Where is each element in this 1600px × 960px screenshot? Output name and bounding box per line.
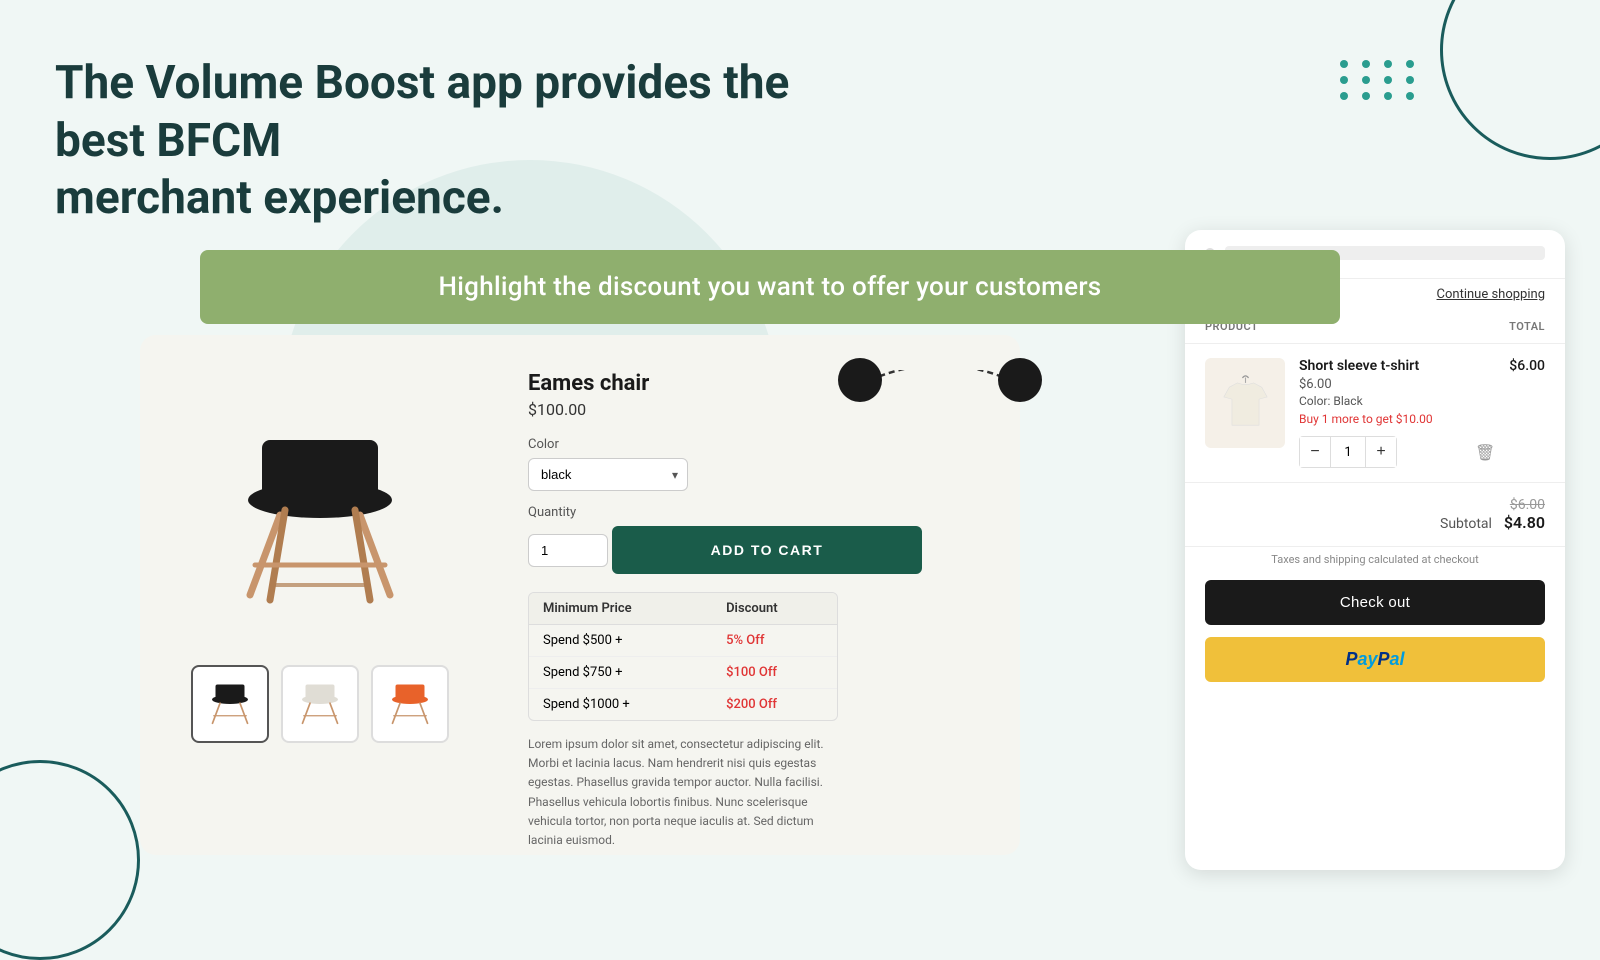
cart-qty-increase[interactable]: + (1366, 437, 1396, 467)
cart-qty-display: 1 (1330, 437, 1366, 467)
paypal-button[interactable]: PayPal (1205, 637, 1545, 682)
cart-col-total: TOTAL (1509, 320, 1545, 333)
thumbnail-row (191, 665, 449, 743)
headline-line1: The Volume Boost app provides the best B… (55, 56, 789, 168)
thumbnail-black[interactable] (191, 665, 269, 743)
headline: The Volume Boost app provides the best B… (55, 55, 815, 228)
quantity-label: Quantity (528, 505, 992, 520)
discount-row-value: $200 Off (712, 689, 837, 721)
cart-qty-controls: − 1 + (1299, 436, 1397, 468)
discount-row-min: Spend $750 + (529, 657, 712, 689)
subtotal-original: $6.00 (1205, 497, 1545, 513)
bg-circle-bottom-left (0, 760, 140, 960)
taxes-note: Taxes and shipping calculated at checkou… (1185, 547, 1565, 572)
cart-item: Short sleeve t-shirt $6.00 Color: Black … (1185, 344, 1565, 483)
discount-row-min: Spend $1000 + (529, 689, 712, 721)
lorem-text: Lorem ipsum dolor sit amet, consectetur … (528, 735, 838, 850)
connector-circle-left (838, 358, 882, 402)
cart-item-name: Short sleeve t-shirt (1299, 358, 1495, 374)
subtotal-label: Subtotal (1440, 516, 1492, 532)
cart-qty-decrease[interactable]: − (1300, 437, 1330, 467)
cart-item-upsell: Buy 1 more to get $10.00 (1299, 412, 1495, 426)
color-label: Color (528, 437, 992, 452)
discount-col-min: Minimum Price (529, 593, 712, 625)
checkout-button[interactable]: Check out (1205, 580, 1545, 625)
thumbnail-orange[interactable] (371, 665, 449, 743)
subtotal-value: $4.80 (1504, 513, 1545, 532)
dot-grid (1340, 60, 1420, 100)
cart-item-controls: − 1 + 🗑 (1299, 436, 1495, 468)
product-price: $100.00 (528, 400, 992, 419)
bg-circle-top-right (1440, 0, 1600, 160)
cart-item-total: $6.00 (1509, 358, 1545, 468)
discount-table: Minimum Price Discount Spend $500 +5% Of… (528, 592, 838, 721)
cart-item-price: $6.00 (1299, 377, 1495, 392)
product-details: Eames chair $100.00 Color black white or… (500, 335, 1020, 855)
cart-item-color: Color: Black (1299, 394, 1495, 408)
discount-row-value: $100 Off (712, 657, 837, 689)
cart-item-details: Short sleeve t-shirt $6.00 Color: Black … (1299, 358, 1495, 468)
banner-text: Highlight the discount you want to offer… (240, 272, 1300, 302)
cart-subtotal: $6.00 Subtotal $4.80 (1185, 483, 1565, 547)
paypal-icon: PayPal (1345, 649, 1404, 670)
checkout-panel: Continue shopping PRODUCT TOTAL Short sl… (1185, 230, 1565, 870)
discount-row-min: Spend $500 + (529, 625, 712, 657)
thumbnail-white[interactable] (281, 665, 359, 743)
quantity-input[interactable] (528, 534, 608, 567)
product-image-section (140, 335, 500, 855)
green-banner: Highlight the discount you want to offer… (200, 250, 1340, 324)
cart-item-image (1205, 358, 1285, 448)
headline-line2: merchant experience. (55, 171, 504, 225)
color-select[interactable]: black white orange (528, 458, 688, 491)
color-select-wrapper[interactable]: black white orange (528, 458, 688, 491)
cart-item-delete[interactable]: 🗑 (1475, 443, 1495, 462)
discount-row-value: 5% Off (712, 625, 837, 657)
discount-col-disc: Discount (712, 593, 837, 625)
connector-circle-right (998, 358, 1042, 402)
product-card: Eames chair $100.00 Color black white or… (140, 335, 1020, 855)
add-to-cart-button[interactable]: ADD TO CART (612, 526, 922, 574)
main-product-image (210, 405, 430, 635)
